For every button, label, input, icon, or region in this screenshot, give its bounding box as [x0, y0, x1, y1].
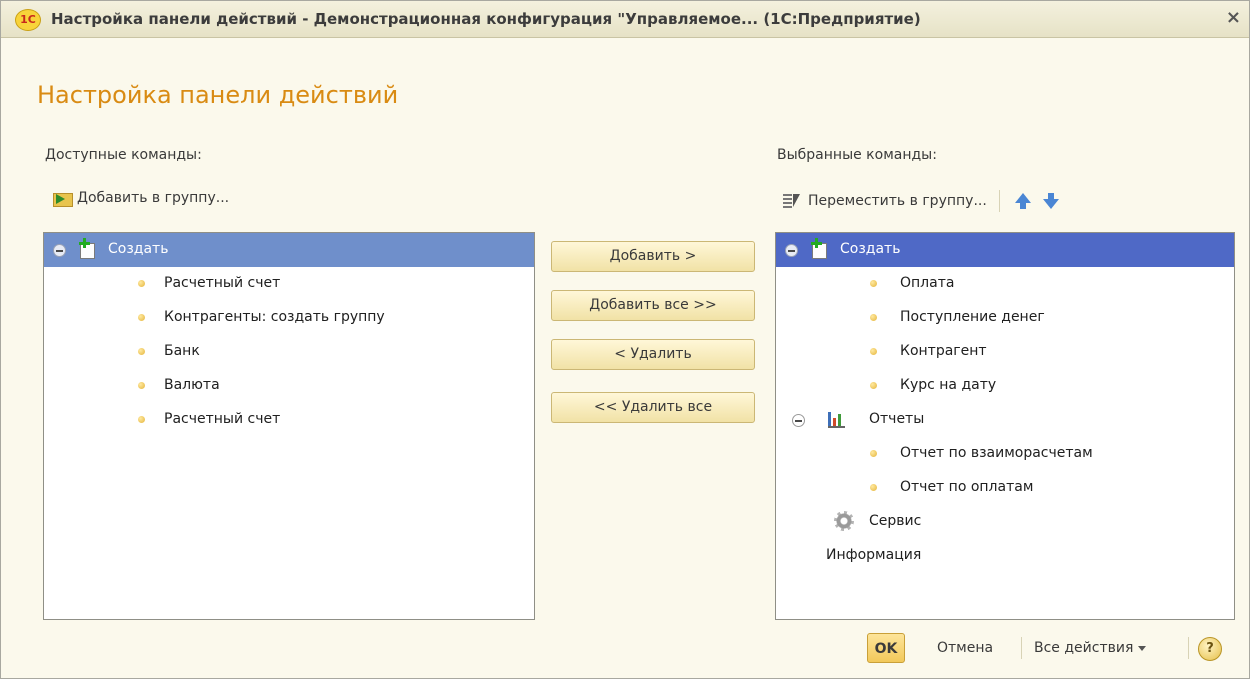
list-item-label: Сервис — [869, 513, 922, 529]
move-up-icon[interactable] — [1012, 191, 1034, 211]
footer-divider — [1188, 637, 1189, 659]
list-item[interactable]: Контрагенты: создать группу — [44, 301, 534, 335]
move-to-group-button[interactable]: Переместить в группу... — [783, 192, 987, 210]
bullet-icon — [138, 416, 145, 423]
list-item-label: Оплата — [900, 275, 955, 291]
list-item-label: Расчетный счет — [164, 411, 281, 427]
create-document-icon — [810, 238, 827, 259]
bullet-icon — [870, 382, 877, 389]
remove-button[interactable]: < Удалить — [551, 339, 755, 370]
bullet-icon — [870, 484, 877, 491]
add-to-group-button[interactable]: Добавить в группу... — [53, 190, 230, 207]
bullet-icon — [870, 450, 877, 457]
close-icon[interactable]: × — [1226, 7, 1241, 28]
window-title: Настройка панели действий - Демонстрацио… — [51, 10, 921, 28]
move-down-icon[interactable] — [1040, 191, 1062, 211]
list-item[interactable]: Оплата — [776, 267, 1234, 301]
list-item-label: Информация — [826, 547, 922, 563]
all-actions-label: Все действия — [1034, 640, 1134, 656]
move-to-group-label: Переместить в группу... — [808, 193, 987, 209]
list-item[interactable]: Банк — [44, 335, 534, 369]
list-item-label: Контрагенты: создать группу — [164, 309, 385, 325]
list-item[interactable]: Отчет по взаиморасчетам — [776, 437, 1234, 471]
list-item[interactable]: Отчет по оплатам — [776, 471, 1234, 505]
list-item-create[interactable]: Создать — [776, 233, 1234, 267]
list-item-label: Отчеты — [869, 411, 925, 427]
list-item-information[interactable]: Информация — [776, 539, 1234, 573]
bullet-icon — [138, 280, 145, 287]
add-all-button[interactable]: Добавить все >> — [551, 290, 755, 321]
list-item-label: Контрагент — [900, 343, 987, 359]
list-item[interactable]: Курс на дату — [776, 369, 1234, 403]
bullet-icon — [138, 382, 145, 389]
right-toolbar: Переместить в группу... — [783, 190, 1068, 212]
collapse-icon[interactable] — [792, 414, 805, 427]
list-item-label: Отчет по оплатам — [900, 479, 1034, 495]
selected-commands-list[interactable]: Создать Оплата Поступление денег Контраг… — [775, 232, 1235, 620]
collapse-icon[interactable] — [785, 244, 798, 257]
list-item[interactable]: Контрагент — [776, 335, 1234, 369]
bullet-icon — [870, 348, 877, 355]
gear-icon — [834, 511, 854, 531]
settings-dialog: 1С Настройка панели действий - Демонстра… — [0, 0, 1250, 679]
list-item-service[interactable]: Сервис — [776, 505, 1234, 539]
list-item-label: Создать — [840, 241, 901, 257]
left-toolbar: Добавить в группу... — [53, 190, 230, 207]
list-item-label: Банк — [164, 343, 200, 359]
1c-logo-icon: 1С — [15, 9, 41, 31]
add-to-group-icon — [53, 190, 73, 207]
remove-all-button[interactable]: << Удалить все — [551, 392, 755, 423]
list-item[interactable]: Валюта — [44, 369, 534, 403]
list-item-label: Курс на дату — [900, 377, 997, 393]
bullet-icon — [138, 348, 145, 355]
move-to-group-icon — [783, 192, 805, 210]
available-commands-label: Доступные команды: — [45, 147, 202, 163]
add-to-group-label: Добавить в группу... — [77, 190, 230, 206]
list-item[interactable]: Расчетный счет — [44, 267, 534, 301]
collapse-icon[interactable] — [53, 244, 66, 257]
list-item-create[interactable]: Создать — [44, 233, 534, 267]
bullet-icon — [870, 314, 877, 321]
list-item[interactable]: Расчетный счет — [44, 403, 534, 437]
report-chart-icon — [828, 410, 846, 428]
list-item[interactable]: Поступление денег — [776, 301, 1234, 335]
chevron-down-icon — [1138, 645, 1147, 651]
footer-divider — [1021, 637, 1022, 659]
create-document-icon — [78, 238, 95, 259]
ok-button[interactable]: OK — [867, 633, 905, 663]
list-item-label: Валюта — [164, 377, 220, 393]
add-button[interactable]: Добавить > — [551, 241, 755, 272]
list-item-label: Поступление денег — [900, 309, 1045, 325]
selected-commands-label: Выбранные команды: — [777, 147, 937, 163]
page-title: Настройка панели действий — [37, 81, 399, 109]
available-commands-list[interactable]: Создать Расчетный счет Контрагенты: созд… — [43, 232, 535, 620]
all-actions-button[interactable]: Все действия — [1034, 633, 1147, 663]
bullet-icon — [138, 314, 145, 321]
list-item-label: Создать — [108, 241, 169, 257]
cancel-button[interactable]: Отмена — [937, 633, 993, 663]
toolbar-divider — [998, 190, 1000, 212]
title-bar: 1С Настройка панели действий - Демонстра… — [1, 1, 1249, 38]
help-button[interactable]: ? — [1198, 637, 1222, 661]
list-item-label: Расчетный счет — [164, 275, 281, 291]
list-item-label: Отчет по взаиморасчетам — [900, 445, 1093, 461]
list-item-reports[interactable]: Отчеты — [776, 403, 1234, 437]
bullet-icon — [870, 280, 877, 287]
